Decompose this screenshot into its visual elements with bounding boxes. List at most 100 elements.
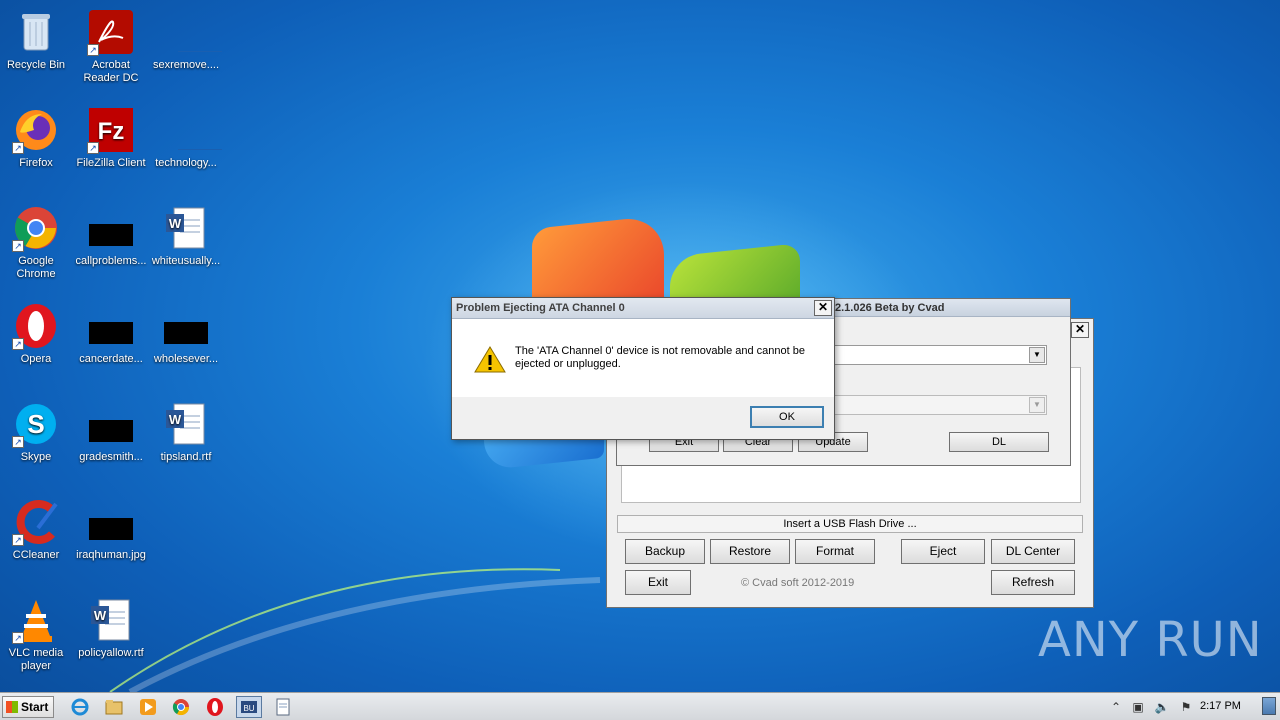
action-center-flag-icon[interactable]: ⚑ — [1178, 699, 1194, 715]
desktop-icon-sexremove[interactable]: sexremove.... — [148, 8, 224, 72]
desktop-icon-opera[interactable]: ↗ Opera — [0, 302, 74, 366]
desktop-icon-label: whiteusually... — [151, 255, 221, 267]
desktop-icon-whiteusually[interactable]: W whiteusually... — [148, 204, 224, 268]
redacted-file-icon — [162, 302, 210, 350]
desktop-icon-label: Firefox — [19, 157, 53, 169]
desktop-icon-label: VLC media player — [8, 647, 64, 672]
svg-text:S: S — [27, 409, 44, 439]
desktop-icon-label: sexremove.... — [152, 59, 220, 71]
desktop-icon-label: Recycle Bin — [6, 59, 66, 71]
media-player-icon[interactable] — [138, 697, 158, 717]
filezilla-icon: Fz ↗ — [87, 106, 135, 154]
blank-file-icon — [162, 106, 222, 154]
desktop-icon-iraqhuman[interactable]: iraqhuman.jpg — [73, 498, 149, 562]
chrome-icon: ↗ — [12, 204, 60, 252]
desktop: Recycle Bin ↗ Firefox ↗ Google Chrome ↗ … — [0, 0, 1280, 692]
chevron-down-icon: ▼ — [1029, 397, 1045, 413]
word-document-icon: W — [162, 400, 210, 448]
svg-text:W: W — [94, 608, 107, 623]
volume-icon[interactable]: 🔈 — [1154, 699, 1170, 715]
desktop-icon-technology[interactable]: technology... — [148, 106, 224, 170]
svg-text:W: W — [169, 412, 182, 427]
desktop-icon-label: gradesmith... — [79, 451, 143, 463]
taskbar: Start BU ⌃ ▣ 🔈 ⚑ 2:17 PM — [0, 692, 1280, 720]
desktop-icon-callproblems[interactable]: callproblems... — [73, 204, 149, 268]
desktop-icon-label: Opera — [20, 353, 52, 365]
eject-button[interactable]: Eject — [901, 539, 985, 564]
format-button[interactable]: Format — [795, 539, 875, 564]
shortcut-arrow-icon: ↗ — [87, 44, 99, 56]
desktop-icon-label: cancerdate... — [79, 353, 143, 365]
dl-center-button[interactable]: DL Center — [991, 539, 1075, 564]
update-window-title: 2.1.026 Beta by Cvad — [835, 302, 945, 314]
notepad-taskbar-icon[interactable] — [273, 697, 293, 717]
refresh-button[interactable]: Refresh — [991, 570, 1075, 595]
recycle-bin-icon — [12, 8, 60, 56]
redacted-file-icon — [87, 302, 135, 350]
redacted-file-icon — [87, 400, 135, 448]
taskbar-clock[interactable]: 2:17 PM — [1200, 700, 1241, 712]
explorer-icon[interactable] — [104, 697, 124, 717]
desktop-icon-cancerdate[interactable]: cancerdate... — [73, 302, 149, 366]
ok-button[interactable]: OK — [750, 406, 824, 428]
desktop-icon-filezilla[interactable]: Fz ↗ FileZilla Client — [73, 106, 149, 170]
shortcut-arrow-icon: ↗ — [87, 142, 99, 154]
ccleaner-icon: ↗ — [12, 498, 60, 546]
desktop-icon-label: callproblems... — [75, 255, 147, 267]
svg-text:Fz: Fz — [98, 118, 125, 145]
show-desktop-button[interactable] — [1262, 697, 1276, 715]
desktop-icon-label: wholesever... — [153, 353, 219, 365]
update-dropdown-2[interactable]: ▼ — [827, 395, 1047, 415]
dialog-body: The 'ATA Channel 0' device is not remova… — [452, 319, 834, 397]
desktop-icon-label: Google Chrome — [16, 255, 56, 280]
desktop-icon-label: Acrobat Reader DC — [83, 59, 139, 84]
exit-button[interactable]: Exit — [625, 570, 691, 595]
desktop-icon-recycle-bin[interactable]: Recycle Bin — [0, 8, 74, 72]
dialog-close-button[interactable]: ✕ — [814, 300, 832, 316]
chrome-taskbar-icon[interactable] — [171, 697, 191, 717]
backup-button[interactable]: Backup — [625, 539, 705, 564]
svg-text:W: W — [169, 216, 182, 231]
acrobat-icon: ↗ — [87, 8, 135, 56]
desktop-icon-acrobat[interactable]: ↗ Acrobat Reader DC — [73, 8, 149, 85]
vlc-icon: ↗ — [12, 596, 60, 644]
start-label: Start — [21, 700, 49, 714]
desktop-icon-gradesmith[interactable]: gradesmith... — [73, 400, 149, 464]
start-button[interactable]: Start — [2, 696, 54, 718]
firefox-icon: ↗ — [12, 106, 60, 154]
desktop-icon-policyallow[interactable]: W policyallow.rtf — [73, 596, 149, 660]
desktop-icon-wholesever[interactable]: wholesever... — [148, 302, 224, 366]
desktop-icon-chrome[interactable]: ↗ Google Chrome — [0, 204, 74, 281]
desktop-icon-label: policyallow.rtf — [78, 647, 144, 659]
update-dropdown-1[interactable]: ▼ — [827, 345, 1047, 365]
desktop-icon-ccleaner[interactable]: ↗ CCleaner — [0, 498, 74, 562]
shortcut-arrow-icon: ↗ — [12, 338, 24, 350]
desktop-icon-label: Skype — [20, 451, 52, 463]
dialog-titlebar: Problem Ejecting ATA Channel 0 ✕ — [452, 298, 834, 319]
desktop-icon-tipsland[interactable]: W tipsland.rtf — [148, 400, 224, 464]
dl-button[interactable]: DL — [949, 432, 1049, 452]
desktop-icon-skype[interactable]: S ↗ Skype — [0, 400, 74, 464]
app-close-button[interactable]: ✕ — [1071, 322, 1089, 338]
word-document-icon: W — [162, 204, 210, 252]
desktop-icon-label: FileZilla Client — [76, 157, 146, 169]
show-hidden-icons-icon[interactable]: ⌃ — [1108, 699, 1124, 715]
desktop-icon-vlc[interactable]: ↗ VLC media player — [0, 596, 74, 673]
restore-button[interactable]: Restore — [710, 539, 790, 564]
blank-file-icon — [162, 8, 222, 56]
warning-icon — [474, 346, 506, 373]
shortcut-arrow-icon: ↗ — [12, 240, 24, 252]
desktop-icon-firefox[interactable]: ↗ Firefox — [0, 106, 74, 170]
redacted-image-icon — [87, 498, 135, 546]
opera-icon: ↗ — [12, 302, 60, 350]
usb-tool-taskbar-icon[interactable]: BU — [236, 696, 262, 718]
desktop-icon-label: CCleaner — [12, 549, 60, 561]
copyright-text: © Cvad soft 2012-2019 — [741, 577, 855, 589]
opera-taskbar-icon[interactable] — [205, 697, 225, 717]
svg-text:BU: BU — [243, 704, 254, 713]
shortcut-arrow-icon: ↗ — [12, 436, 24, 448]
ie-icon[interactable] — [70, 697, 90, 717]
dialog-title: Problem Ejecting ATA Channel 0 — [456, 302, 625, 314]
network-icon[interactable]: ▣ — [1130, 699, 1146, 715]
shortcut-arrow-icon: ↗ — [12, 632, 24, 644]
